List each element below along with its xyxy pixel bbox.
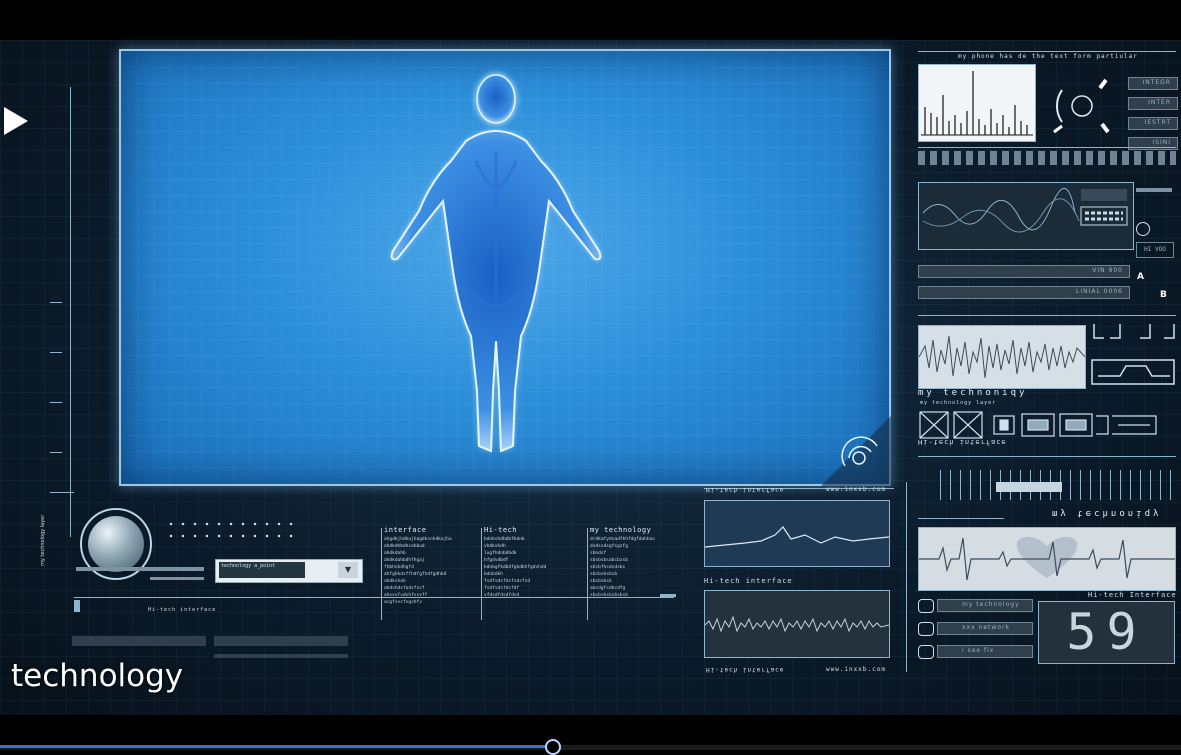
column-text: drdkafydsadfkhfdgfdahhas dsdssdsgfsgzfg … [590,537,656,598]
waveform-panel [918,325,1086,389]
icon-strip [919,411,1157,439]
side-button-2[interactable]: IESTRT [1128,117,1178,130]
column-title: interface [384,526,427,534]
separator [918,315,1176,316]
dropdown-select[interactable]: technology a_point ▼ [215,559,363,583]
column-text: ahgdkjhdkajhagdkcnhdkajha ahdkdhbdhsahbu… [384,537,452,605]
scale-tick [50,492,74,493]
dropdown-value: technology a_point [219,562,305,578]
graph-top-right: www.inxxb.com [826,486,886,493]
tag-a: A [1137,272,1144,282]
segment-bar [918,151,1176,165]
play-icon[interactable] [4,107,28,135]
graph-top-left: Hi-tech interface [706,486,785,493]
bar-spike-chart [918,64,1036,142]
video-progress-bar[interactable] [0,739,1181,755]
mirrored-tech-title: my technoniqy [1052,508,1162,518]
radar-icon [821,416,891,486]
chevron-down-icon[interactable]: ▼ [338,562,358,578]
graph-mid-label: Hi-tech interface [704,577,793,585]
noise-panel [918,182,1134,250]
slider-track[interactable] [76,567,204,571]
tech-title: my technoniqy [918,388,1028,398]
column-rule [481,528,482,620]
sphere-orb [88,516,144,572]
side-button-1[interactable]: INTER [1128,97,1178,110]
side-button-label: INTEGR [1142,79,1171,86]
column-rule [587,528,588,620]
graph-bottom-right: www.inxxb.com [826,666,886,673]
separator [918,518,1004,519]
progress-knob[interactable] [544,739,561,755]
hud-stage: my phone has de the text form partiular … [0,40,1181,715]
left-scale-line [70,87,71,537]
ruler-highlight [996,482,1062,492]
separator [918,147,1176,148]
human-body-figure [390,73,602,453]
heartbeat-panel [918,527,1176,591]
row-linial[interactable]: LINIAL 0006 [918,286,1130,299]
heart-icon [1016,536,1078,578]
bottom-button-label: my technology [962,601,1020,608]
tech-sub: my technology layer [920,400,997,406]
radio-icon[interactable] [918,645,934,659]
scale-tick [50,302,62,303]
column-rule [381,528,382,620]
radio-icon[interactable] [1136,222,1150,236]
bottom-button-2[interactable]: i see fix [937,645,1033,658]
bracket-icon [1091,324,1175,385]
tag-b: B [1160,290,1167,300]
bottom-button-label: xxx network [962,624,1010,631]
slider-track[interactable] [150,577,204,580]
side-controls: HI VOO [1136,182,1174,262]
header-label: my phone has de the text form partiular [958,53,1138,60]
row-vin[interactable]: VIN 900 [918,265,1130,278]
body-scan-viewport [119,49,891,486]
noise-graph-panel [704,590,890,658]
small-box[interactable]: HI VOO [1136,242,1174,258]
counter-display: 59 [1038,601,1175,664]
column-title: my technology [590,526,652,534]
side-button-label: ISINI [1152,139,1171,146]
separator [918,456,1176,457]
row-label: LINIAL 0006 [1076,288,1123,295]
side-button-label: INTER [1148,99,1171,106]
scale-tick [50,452,62,453]
dot-grid [165,518,295,546]
radar-icon [1053,78,1110,134]
counter-value: 59 [1066,603,1147,661]
graph-bottom-left: Hi-tech interface [706,666,785,673]
bottom-button-label: i see fix [962,647,995,654]
hi-label: Hi-tech interface [148,607,217,613]
radio-icon[interactable] [918,599,934,613]
scale-tick [50,402,62,403]
baseline-mark [660,594,676,597]
bracket-mark [74,600,80,612]
divider [906,482,907,672]
progress-fill [0,745,553,748]
scale-tick [50,352,62,353]
row-label: VIN 900 [1092,267,1123,274]
baseline-rule [74,597,674,598]
status-bar [214,654,348,658]
radio-icon[interactable] [918,622,934,636]
status-bar [214,636,348,646]
status-bar [72,636,206,646]
header-rule [918,51,1176,52]
column-text: bdnbshdbdbfbdnb vhdkxhdh lugfhdnbdbdk hf… [484,537,547,598]
side-button-0[interactable]: INTEGR [1128,77,1178,90]
vertical-label: my technology layer [40,514,46,566]
side-button-3[interactable]: ISINI [1128,137,1178,150]
mirrored-label: Hi-tech interface [918,438,1007,446]
bottom-button-0[interactable]: my technology [937,599,1033,612]
video-caption: technology [11,658,184,694]
side-button-label: IESTRT [1144,119,1171,126]
column-title: Hi-tech [484,526,518,534]
bottom-button-1[interactable]: xxx network [937,622,1033,635]
heart-panel-label: Hi-tech Interface [1088,591,1177,599]
line-graph-panel [704,500,890,567]
